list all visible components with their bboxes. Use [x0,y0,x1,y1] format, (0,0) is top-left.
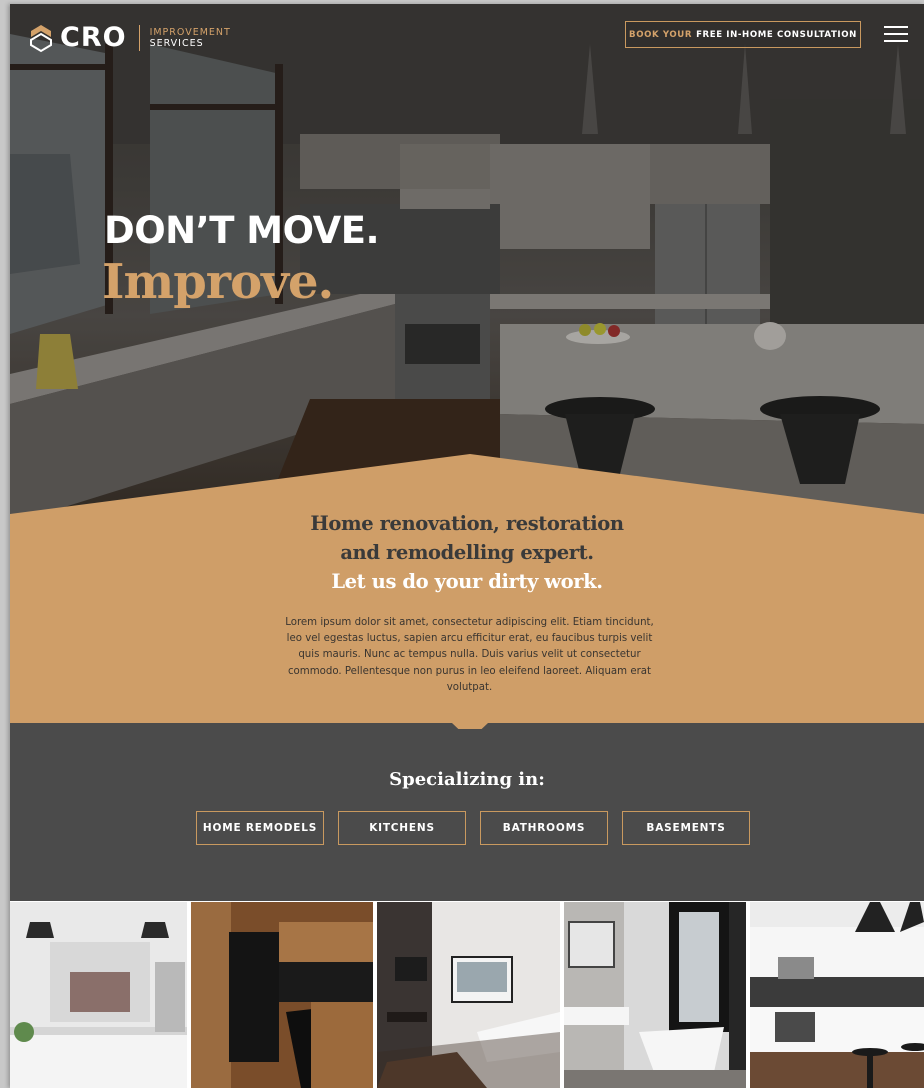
logo-divider [138,24,140,51]
hero-headline: DON’T MOVE. [104,209,380,252]
intro-tagline: Home renovation, restoration and remodel… [10,509,924,596]
kitchen-white-photo[interactable] [10,902,187,1088]
logo-sub-line2: SERVICES [149,37,204,49]
project-gallery [10,901,924,1088]
logo-word: CRO [60,22,127,53]
kitchen-wood-photo[interactable] [191,902,373,1088]
book-consultation-button[interactable]: BOOK YOUR FREE IN-HOME CONSULTATION [625,21,861,48]
page-frame: CRO IMPROVEMENT SERVICES BOOK YOUR FREE … [10,4,924,1088]
kitchens-button[interactable]: KITCHENS [338,811,466,845]
home-remodels-button[interactable]: HOME REMODELS [196,811,324,845]
hamburger-menu-icon[interactable] [884,26,908,42]
specializing-title: Specializing in: [389,769,545,790]
hero-section: CRO IMPROVEMENT SERVICES BOOK YOUR FREE … [10,4,924,524]
intro-body-text: Lorem ipsum dolor sit amet, consectetur … [285,617,654,693]
living-room-photo[interactable] [377,902,560,1088]
tagline-line1: Home renovation, restoration [310,512,624,535]
hero-subheadline: Improve. [102,254,334,310]
cta-text: FREE IN-HOME CONSULTATION [696,29,857,40]
shield-logo-icon [30,24,52,52]
basements-button[interactable]: BASEMENTS [622,811,750,845]
tagline-line2: and remodelling expert. [340,541,594,564]
bathroom-photo[interactable] [564,902,746,1088]
logo-subtitle: IMPROVEMENT SERVICES [150,27,231,49]
logo-sub-line1: IMPROVEMENT [149,26,231,38]
bathrooms-button[interactable]: BATHROOMS [480,811,608,845]
tagline-line3: Let us do your dirty work. [331,570,603,593]
cta-gold-text: BOOK YOUR [629,29,693,40]
kitchen-modern-photo[interactable] [750,902,924,1088]
specialty-buttons: HOME REMODELS KITCHENS BATHROOMS BASEMEN… [196,811,750,845]
site-logo[interactable]: CRO IMPROVEMENT SERVICES [30,22,231,53]
